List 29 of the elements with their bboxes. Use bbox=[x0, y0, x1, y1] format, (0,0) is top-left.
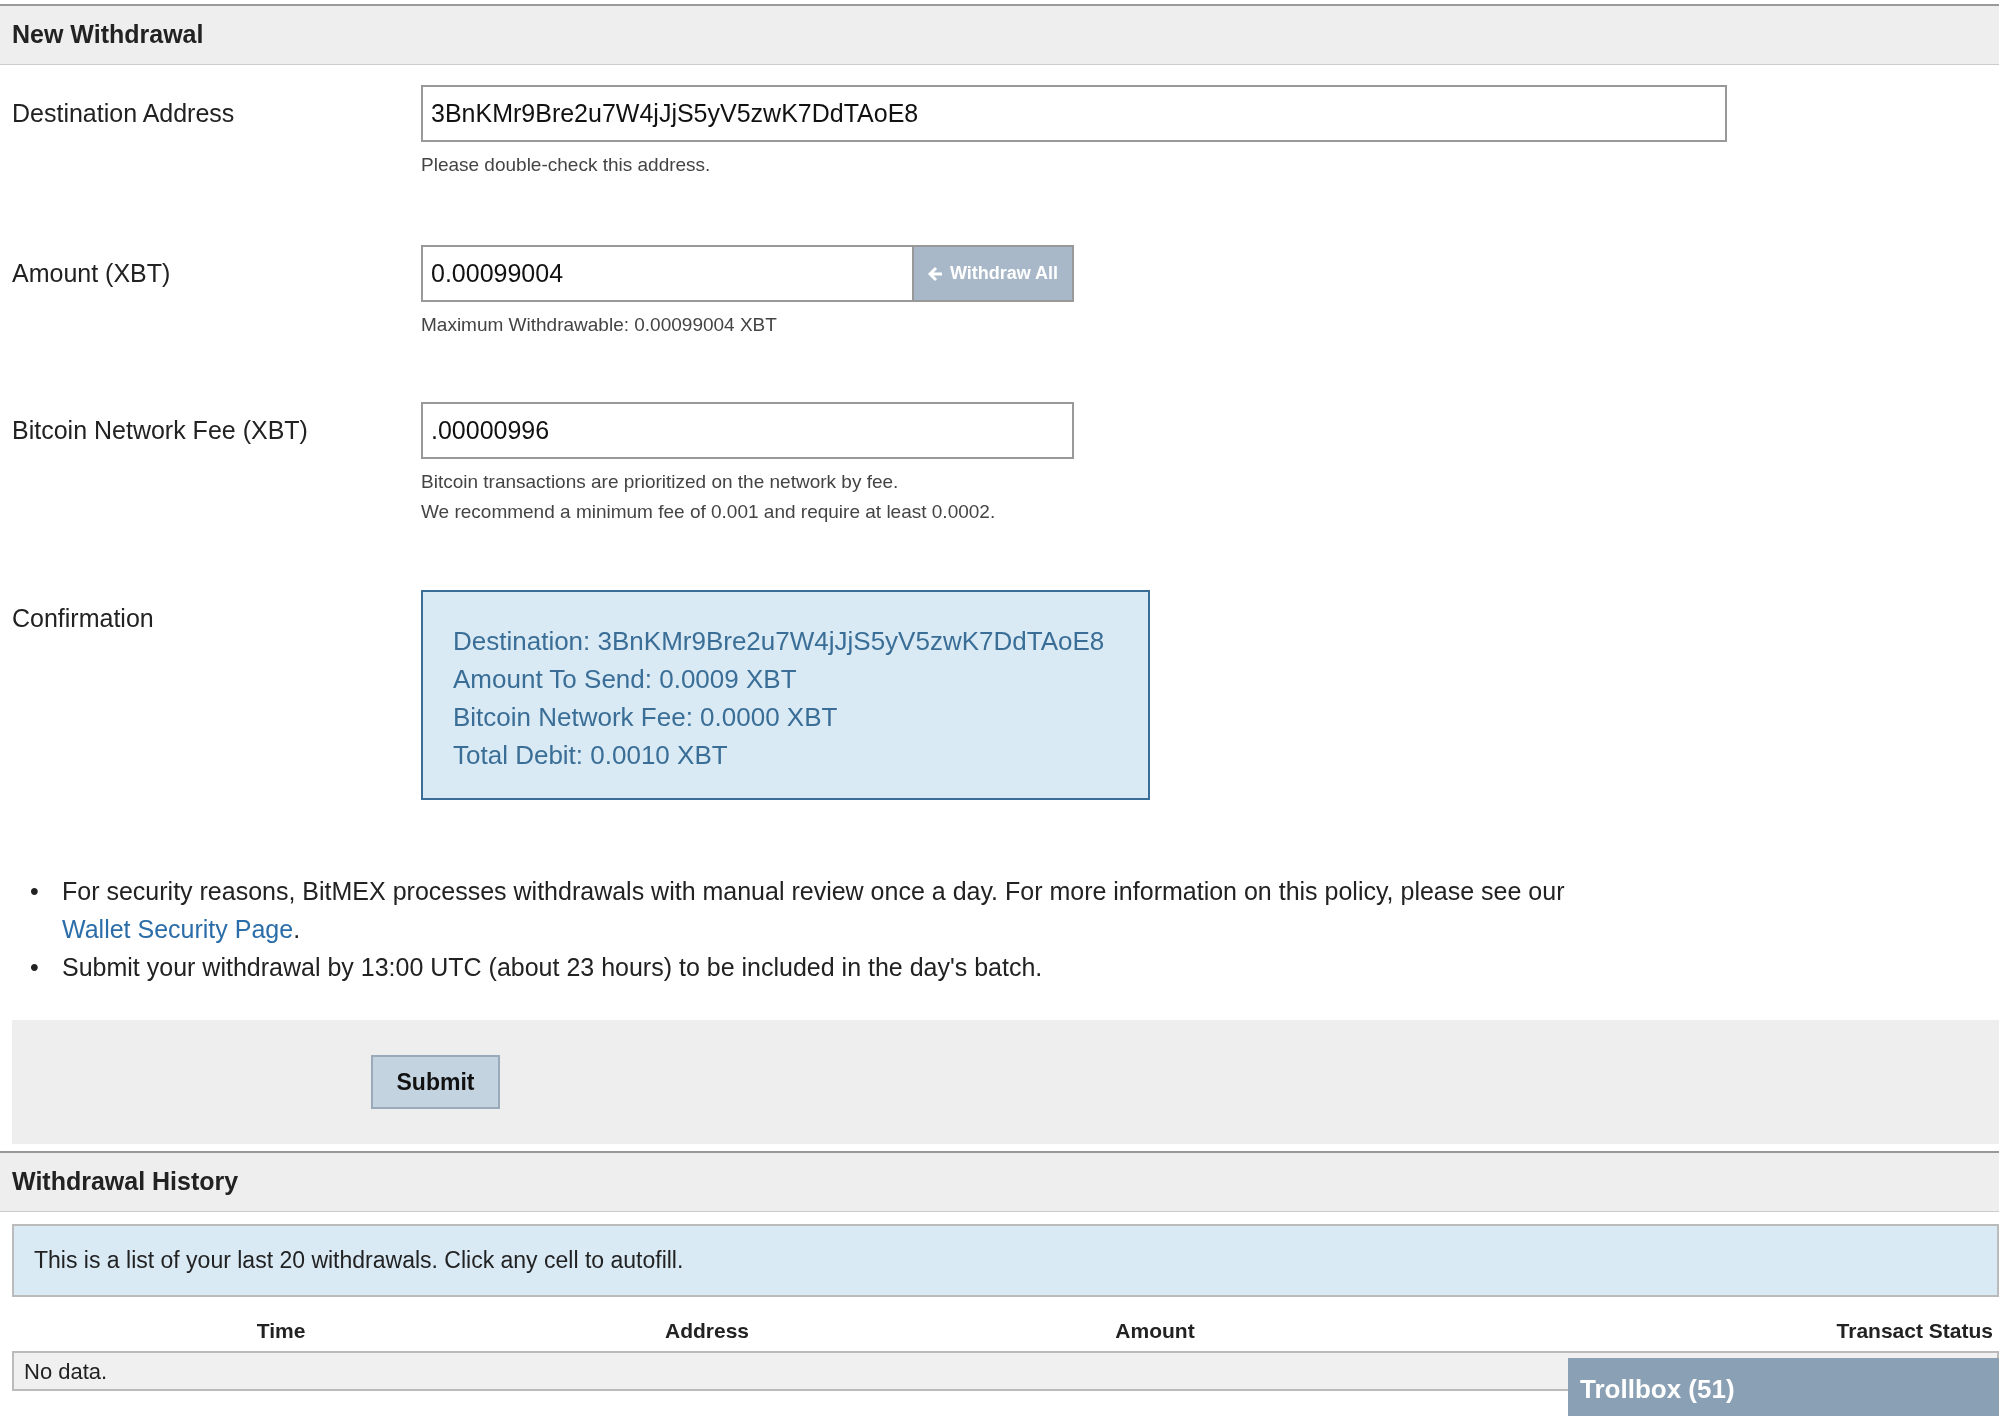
bullet: • bbox=[30, 952, 40, 983]
confirmation-line: Amount To Send: 0.0009 XBT bbox=[453, 663, 798, 696]
confirmation-line: Destination: 3BnKMr9Bre2u7W4jJjS5yV5zwK7DdTAoE8 bbox=[453, 625, 1106, 658]
input-field[interactable]: 3BnKMr9Bre2u7W4jJjS5yV5zwK7DdTAoE8 bbox=[421, 85, 1727, 142]
column-header[interactable]: Transact Status bbox=[1836, 1315, 1993, 1347]
confirmation-line: Total Debit: 0.0010 XBT bbox=[453, 739, 729, 772]
column-header[interactable]: Time bbox=[256, 1315, 306, 1347]
column-header[interactable]: Address bbox=[665, 1315, 749, 1347]
field-label: Destination Address bbox=[12, 98, 236, 129]
help-text: We recommend a minimum fee of 0.001 and require at least 0.0002. bbox=[421, 500, 997, 524]
field-label: Bitcoin Network Fee (XBT) bbox=[12, 415, 309, 446]
section-title: Withdrawal History bbox=[12, 1166, 239, 1198]
arrow-left-icon bbox=[927, 265, 944, 282]
field-label: Amount (XBT) bbox=[12, 258, 172, 289]
confirmation-line: Bitcoin Network Fee: 0.0000 XBT bbox=[453, 701, 839, 734]
help-text: Please double-check this address. bbox=[421, 153, 712, 177]
field-label: Confirmation bbox=[12, 603, 155, 634]
help-text: Bitcoin transactions are prioritized on the network by fee. bbox=[421, 470, 900, 494]
help-text: Maximum Withdrawable: 0.00099004 XBT bbox=[421, 313, 778, 337]
section-title: New Withdrawal bbox=[12, 19, 204, 51]
bullet: • bbox=[30, 876, 40, 907]
input-field[interactable]: .00000996 bbox=[421, 402, 1074, 459]
column-header[interactable]: Amount bbox=[1115, 1315, 1195, 1347]
note-text: For security reasons, BitMEX processes withdrawals with manual review once a day. For more information on this policy, please see our Wallet Security Page. bbox=[62, 876, 1566, 945]
submit-button[interactable]: Submit bbox=[371, 1055, 500, 1109]
wallet-security-link[interactable]: Wallet Security Page bbox=[62, 915, 294, 943]
note-text: Submit your withdrawal by 13:00 UTC (about 23 hours) to be included in the day's batch. bbox=[62, 952, 1044, 983]
input-field[interactable]: 0.00099004 bbox=[421, 245, 914, 302]
info-message: This is a list of your last 20 withdrawals. Click any cell to autofill. bbox=[12, 1224, 1999, 1297]
